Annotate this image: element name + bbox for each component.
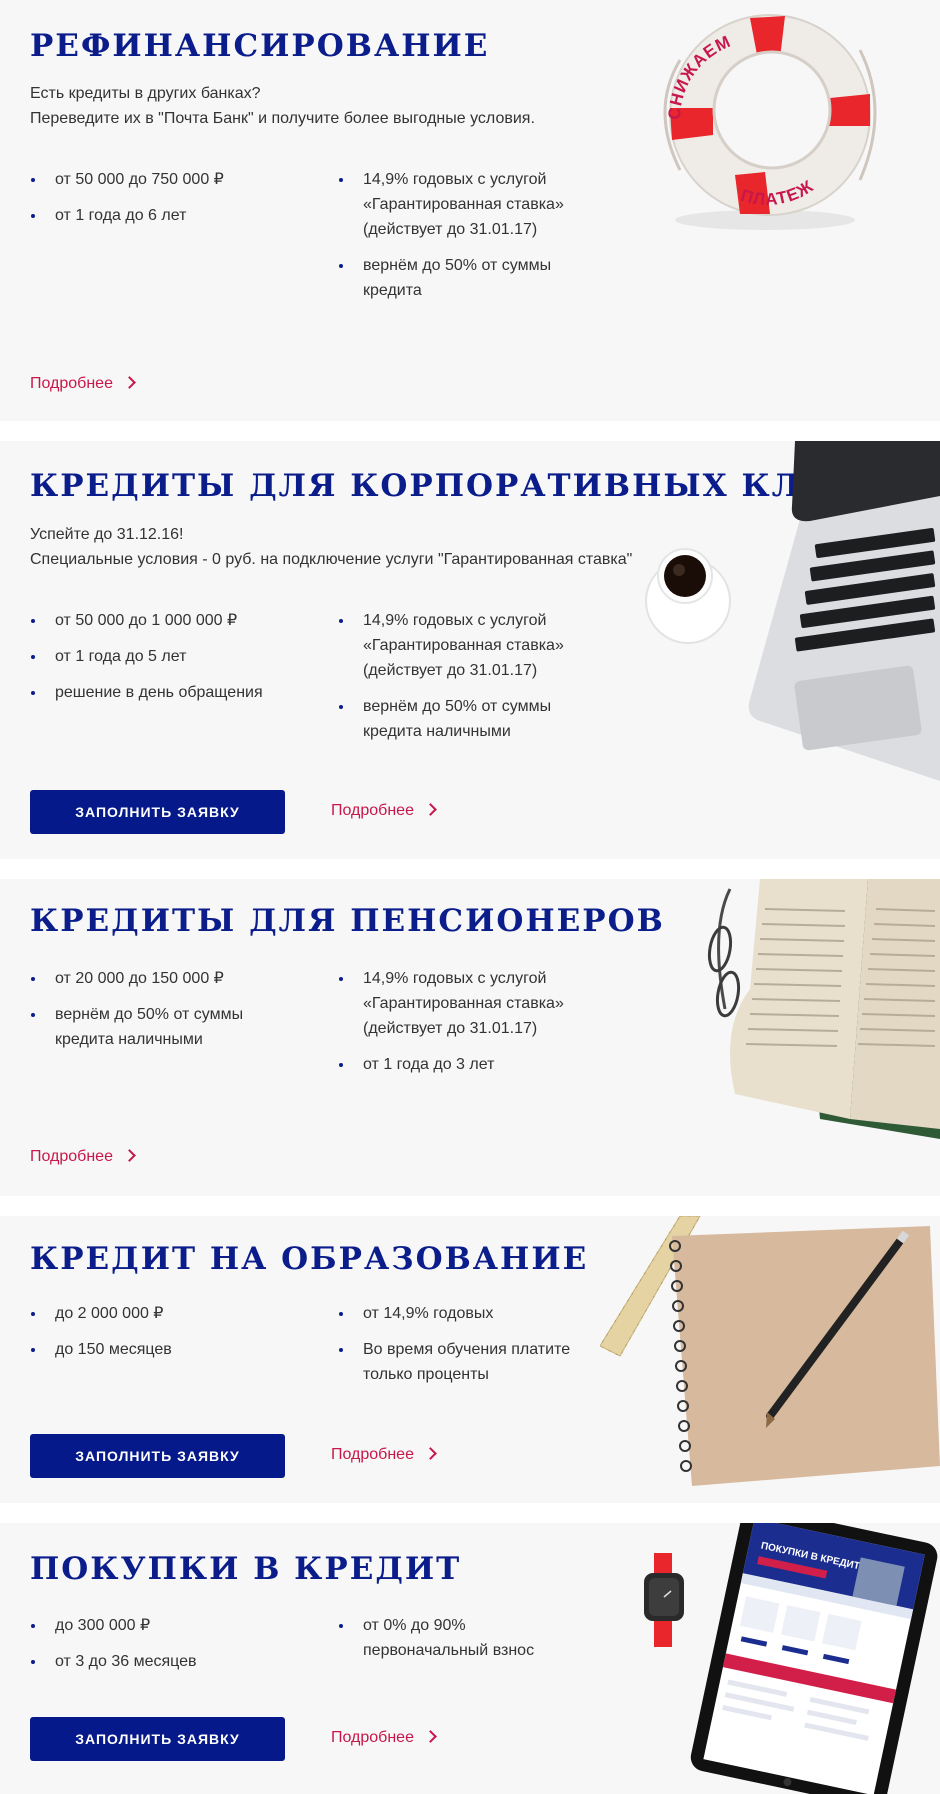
list-item: Во время обучения платите только процент… [338,1337,578,1387]
list-item: 14,9% годовых с услугой «Гарантированная… [338,167,578,242]
chevron-right-icon [424,1730,437,1743]
purchases-title: ПОКУПКИ В КРЕДИТ [30,1551,462,1587]
tablet-image: ПОКУПКИ В КРЕДИТ [644,1523,938,1794]
pensioners-conditions-left: от 20 000 до 150 000 ₽ вернём до 50% от … [30,966,300,1063]
education-more-link[interactable]: Подробнее [331,1446,437,1464]
notebook-image [600,1216,940,1486]
more-link-label: Подробнее [331,1729,414,1746]
more-link-label: Подробнее [30,375,113,392]
education-conditions-right: от 14,9% годовых Во время обучения плати… [338,1301,578,1398]
chevron-right-icon [424,1447,437,1460]
list-item: от 50 000 до 750 000 ₽ [30,167,300,192]
refinance-intro-line-1: Есть кредиты в других банках? [30,85,261,102]
pensioners-more-link[interactable]: Подробнее [30,1148,136,1166]
list-item: от 1 года до 6 лет [30,203,300,228]
refinance-intro-line-2: Переведите их в "Почта Банк" и получите … [30,110,535,127]
list-item: от 14,9% годовых [338,1301,578,1326]
corporate-intro-line-1: Успейте до 31.12.16! [30,526,184,543]
purchases-conditions-left: до 300 000 ₽ от 3 до 36 месяцев [30,1613,300,1685]
refinance-card: РЕФИНАНСИРОВАНИЕ Есть кредиты в других б… [0,0,940,421]
education-conditions-left: до 2 000 000 ₽ до 150 месяцев [30,1301,300,1373]
corporate-apply-button[interactable]: ЗАПОЛНИТЬ ЗАЯВКУ [30,790,285,834]
list-item: решение в день обращения [30,680,300,705]
chevron-right-icon [123,376,136,389]
corporate-card: КРЕДИТЫ ДЛЯ КОРПОРАТИВНЫХ КЛИЕНТОВ Успей… [0,441,940,859]
list-item: до 300 000 ₽ [30,1613,300,1638]
pensioners-title: КРЕДИТЫ ДЛЯ ПЕНСИОНЕРОВ [30,903,665,939]
purchases-more-link[interactable]: Подробнее [331,1729,437,1747]
education-card: КРЕДИТ НА ОБРАЗОВАНИЕ до 2 000 000 ₽ до … [0,1216,940,1503]
refinance-more-link[interactable]: Подробнее [30,375,136,393]
list-item: вернём до 50% от суммы кредита [338,253,578,303]
refinance-conditions-right: 14,9% годовых с услугой «Гарантированная… [338,167,578,314]
list-item: от 1 года до 5 лет [30,644,300,669]
list-item: от 3 до 36 месяцев [30,1649,300,1674]
list-item: вернём до 50% от суммы кредита наличными [30,1002,300,1052]
list-item: от 0% до 90% первоначальный взнос [338,1613,578,1663]
pensioners-conditions-right: 14,9% годовых с услугой «Гарантированная… [338,966,578,1088]
more-link-label: Подробнее [30,1148,113,1165]
chevron-right-icon [123,1149,136,1162]
corporate-conditions-right: 14,9% годовых с услугой «Гарантированная… [338,608,578,755]
list-item: до 2 000 000 ₽ [30,1301,300,1326]
refinance-title: РЕФИНАНСИРОВАНИЕ [30,28,490,64]
corporate-conditions-left: от 50 000 до 1 000 000 ₽ от 1 года до 5 … [30,608,300,716]
purchases-apply-button[interactable]: ЗАПОЛНИТЬ ЗАЯВКУ [30,1717,285,1761]
list-item: вернём до 50% от суммы кредита наличными [338,694,578,744]
list-item: 14,9% годовых с услугой «Гарантированная… [338,608,578,683]
corporate-intro-line-2: Специальные условия - 0 руб. на подключе… [30,551,633,568]
corporate-more-link[interactable]: Подробнее [331,802,437,820]
more-link-label: Подробнее [331,802,414,819]
chevron-right-icon [424,803,437,816]
list-item: до 150 месяцев [30,1337,300,1362]
book-image [707,879,940,1139]
list-item: от 50 000 до 1 000 000 ₽ [30,608,300,633]
purchases-conditions-right: от 0% до 90% первоначальный взнос [338,1613,578,1674]
life-buoy-image: СНИЖАЕМ ПЛАТЕЖ [663,14,877,230]
list-item: 14,9% годовых с услугой «Гарантированная… [338,966,578,1041]
pensioners-card: КРЕДИТЫ ДЛЯ ПЕНСИОНЕРОВ от 20 000 до 150… [0,879,940,1196]
more-link-label: Подробнее [331,1446,414,1463]
corporate-intro: Успейте до 31.12.16! Специальные условия… [30,522,632,572]
list-item: от 20 000 до 150 000 ₽ [30,966,300,991]
list-item: от 1 года до 3 лет [338,1052,578,1077]
education-title: КРЕДИТ НА ОБРАЗОВАНИЕ [30,1241,589,1277]
laptop-image [645,441,940,781]
purchases-card: ПОКУПКИ В КРЕДИТ до 300 000 ₽ от 3 до 36… [0,1523,940,1794]
education-apply-button[interactable]: ЗАПОЛНИТЬ ЗАЯВКУ [30,1434,285,1478]
refinance-intro: Есть кредиты в других банках? Переведите… [30,81,535,131]
refinance-conditions-left: от 50 000 до 750 000 ₽ от 1 года до 6 ле… [30,167,300,239]
